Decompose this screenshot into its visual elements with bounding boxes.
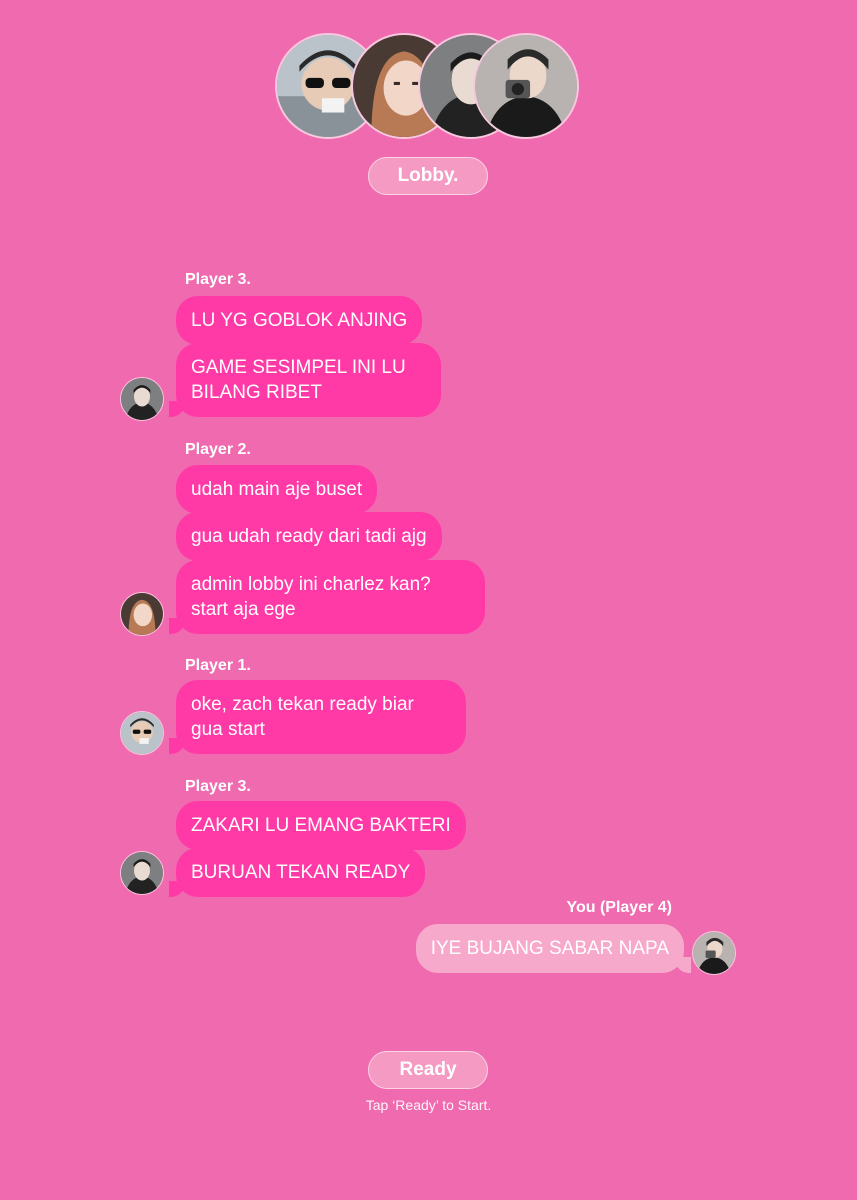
- chat-bubble: GAME SESIMPEL INI LU BILANG RIBET: [169, 343, 441, 417]
- sender-name: Player 3.: [185, 778, 251, 795]
- chat-bubble: BURUAN TEKAN READY: [168, 848, 426, 897]
- player-3-small-avatar[interactable]: [120, 851, 164, 895]
- player-2-small-avatar[interactable]: [120, 592, 164, 636]
- chat-bubble: LU YG GOBLOK ANJING: [176, 296, 423, 345]
- chat-bubble: admin lobby ini charlez kan? start aja e…: [169, 560, 485, 634]
- sender-name: Player 2.: [185, 441, 251, 458]
- chat-bubble-own: IYE BUJANG SABAR NAPA: [415, 924, 692, 973]
- player-3-small-avatar[interactable]: [120, 377, 164, 421]
- sender-name: Player 1.: [185, 657, 251, 674]
- chat-bubble: udah main aje buset: [176, 465, 378, 514]
- lobby-title-pill: Lobby.: [368, 157, 488, 195]
- ready-button[interactable]: Ready: [368, 1051, 488, 1089]
- chat-bubble: oke, zach tekan ready biar gua start: [169, 680, 466, 754]
- player-avatar-group: [275, 33, 585, 141]
- player-1-small-avatar[interactable]: [120, 711, 164, 755]
- chat-bubble: ZAKARI LU EMANG BAKTERI: [176, 801, 466, 850]
- player-4-small-avatar[interactable]: [692, 931, 736, 975]
- sender-name-you: You (Player 4): [566, 899, 672, 916]
- sender-name: Player 3.: [185, 271, 251, 288]
- lobby-chat-screen: Lobby. Player 3. LU YG GOBLOK ANJING GAM…: [0, 0, 857, 1200]
- ready-hint: Tap ‘Ready’ to Start.: [365, 1097, 492, 1113]
- chat-bubble: gua udah ready dari tadi ajg: [176, 512, 442, 561]
- player-4-avatar[interactable]: [473, 33, 579, 139]
